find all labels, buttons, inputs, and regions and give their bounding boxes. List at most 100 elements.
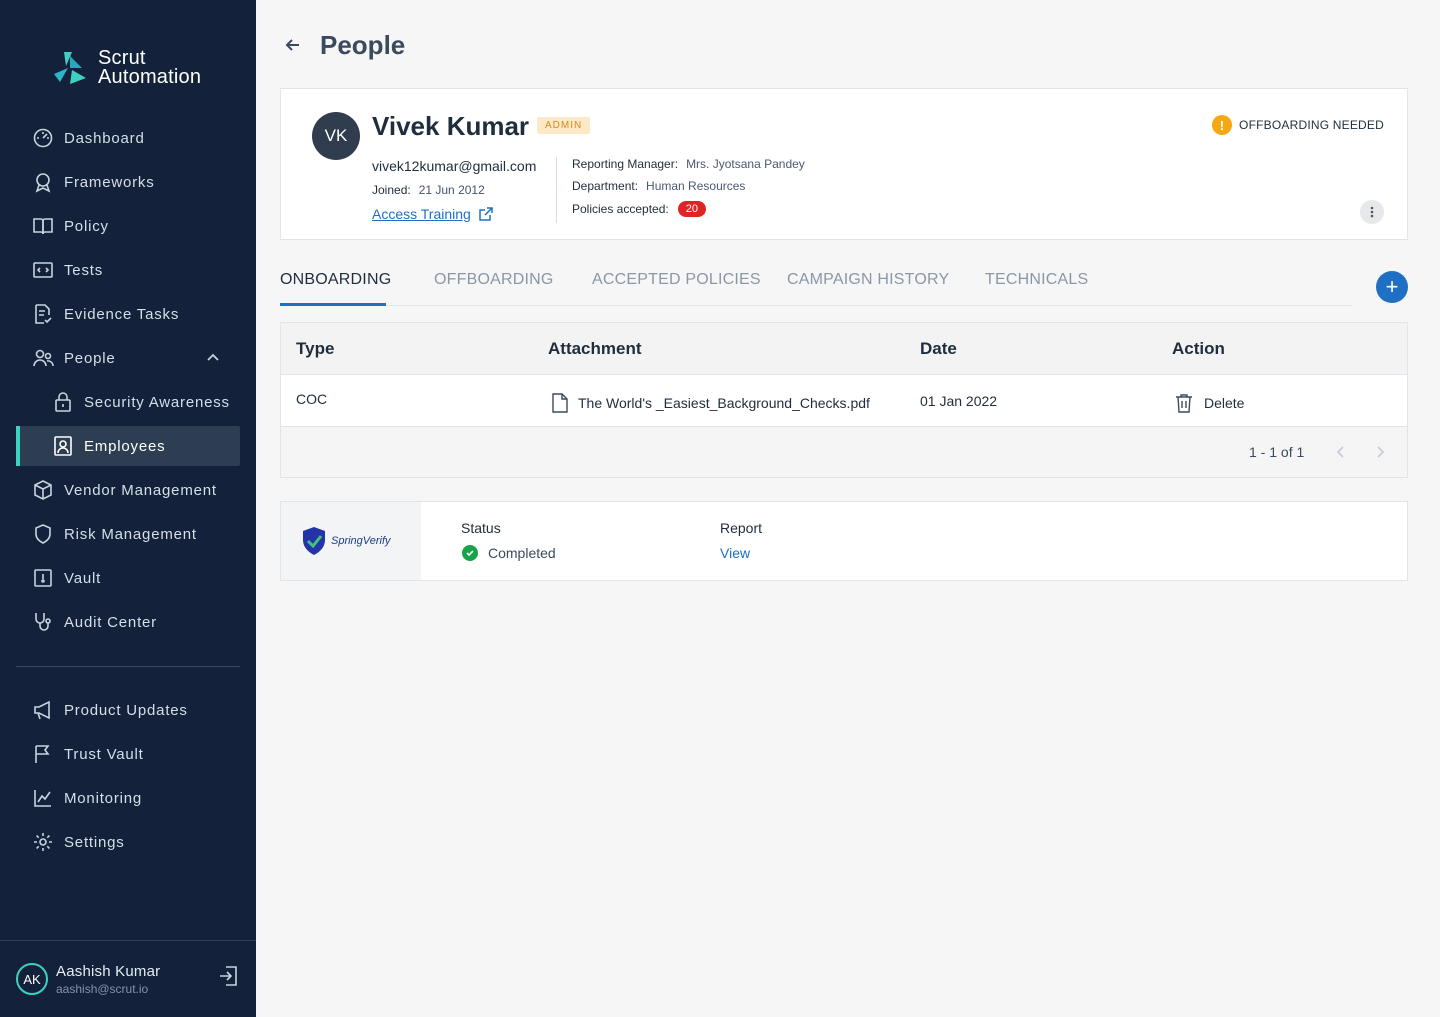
sidebar-item-label: Risk Management	[64, 525, 197, 543]
gear-icon	[32, 831, 54, 853]
cube-icon	[32, 479, 54, 501]
page-title: People	[320, 30, 406, 60]
user-email: aashish@scrut.io	[56, 981, 149, 996]
plus-icon: +	[1385, 274, 1399, 299]
avatar[interactable]: AK	[16, 963, 48, 995]
table-row: COC The World's _Easiest_Background_Chec…	[281, 375, 1407, 427]
delete-button[interactable]: Delete	[1174, 393, 1244, 413]
sidebar-item-people[interactable]: People	[16, 338, 240, 378]
sidebar-item-monitoring[interactable]: Monitoring	[16, 778, 240, 818]
main-nav: Dashboard Frameworks Policy Tests Eviden…	[16, 118, 240, 646]
springverify-logo-text: SpringVerify	[331, 535, 391, 547]
view-report-link[interactable]: View	[720, 545, 750, 561]
sidebar-item-vendor-management[interactable]: Vendor Management	[16, 470, 240, 510]
sidebar-item-label: Trust Vault	[64, 745, 144, 763]
sidebar-item-frameworks[interactable]: Frameworks	[16, 162, 240, 202]
status-value: Completed	[462, 545, 556, 561]
sidebar-item-settings[interactable]: Settings	[16, 822, 240, 862]
more-options-button[interactable]	[1360, 200, 1384, 224]
sidebar-item-dashboard[interactable]: Dashboard	[16, 118, 240, 158]
tab-onboarding[interactable]: ONBOARDING	[280, 271, 391, 289]
sidebar-item-risk-management[interactable]: Risk Management	[16, 514, 240, 554]
tab-technicals[interactable]: TECHNICALS	[985, 271, 1088, 289]
sidebar-item-vault[interactable]: Vault	[16, 558, 240, 598]
logout-icon[interactable]	[218, 965, 238, 987]
sidebar-item-policy[interactable]: Policy	[16, 206, 240, 246]
reporting-manager: Reporting Manager: Mrs. Jyotsana Pandey	[572, 157, 805, 171]
delete-label: Delete	[1204, 395, 1245, 411]
sidebar-item-label: Employees	[84, 437, 166, 455]
column-header-attachment[interactable]: Attachment	[548, 339, 642, 359]
pagination-range: 1 - 1 of 1	[1249, 444, 1305, 460]
add-button[interactable]: +	[1376, 271, 1408, 303]
user-name: Aashish Kumar	[56, 962, 161, 980]
status-text: Completed	[488, 545, 556, 561]
employee-email: vivek12kumar@gmail.com	[372, 158, 537, 174]
external-link-icon	[479, 207, 493, 221]
scrut-logo-icon	[54, 52, 86, 84]
policies-count-badge: 20	[677, 201, 706, 217]
joined-date: Joined: 21 Jun 2012	[372, 183, 485, 197]
sidebar-item-audit-center[interactable]: Audit Center	[16, 602, 240, 642]
brand-line-2: Automation	[98, 66, 202, 88]
sidebar-item-label: People	[64, 349, 116, 367]
attachment-filename: The World's _Easiest_Background_Checks.p…	[578, 395, 870, 411]
chevron-right-icon[interactable]	[1372, 444, 1388, 460]
book-icon	[32, 215, 54, 237]
column-header-type[interactable]: Type	[296, 339, 334, 359]
status-label: OFFBOARDING NEEDED	[1239, 118, 1384, 132]
tab-campaign-history[interactable]: CAMPAIGN HISTORY	[787, 271, 949, 289]
cell-attachment[interactable]: The World's _Easiest_Background_Checks.p…	[552, 393, 870, 413]
table-header: Type Attachment Date Action	[281, 323, 1407, 375]
avatar: VK	[312, 112, 360, 160]
joined-value: 21 Jun 2012	[418, 183, 485, 197]
file-icon	[552, 393, 568, 413]
sidebar-item-label: Vendor Management	[64, 481, 217, 499]
access-training-link[interactable]: Access Training	[372, 206, 493, 222]
sidebar-item-trust-vault[interactable]: Trust Vault	[16, 734, 240, 774]
joined-label: Joined:	[372, 183, 411, 197]
scrut-logo[interactable]: Scrut Automation	[50, 48, 201, 88]
column-header-action[interactable]: Action	[1172, 339, 1225, 359]
cell-date: 01 Jan 2022	[920, 393, 998, 409]
sidebar-item-product-updates[interactable]: Product Updates	[16, 690, 240, 730]
sidebar-item-label: Vault	[64, 569, 102, 587]
shield-icon	[32, 523, 54, 545]
lock-icon	[52, 391, 74, 413]
chevron-left-icon[interactable]	[1333, 444, 1349, 460]
background-check-card: SpringVerify Status Completed Report Vie…	[280, 501, 1408, 581]
department: Department: Human Resources	[572, 179, 745, 193]
sidebar-item-employees[interactable]: Employees	[16, 426, 240, 466]
sidebar-item-label: Tests	[64, 261, 104, 279]
award-icon	[32, 171, 54, 193]
stethoscope-icon	[32, 611, 54, 633]
sidebar-item-evidence-tasks[interactable]: Evidence Tasks	[16, 294, 240, 334]
sidebar-item-security-awareness[interactable]: Security Awareness	[16, 382, 240, 422]
sidebar-item-label: Audit Center	[64, 613, 157, 631]
user-profile: AK Aashish Kumar aashish@scrut.io	[0, 940, 256, 1017]
megaphone-icon	[32, 699, 54, 721]
onboarding-table: Type Attachment Date Action COC The Worl…	[280, 322, 1408, 478]
chart-icon	[32, 787, 54, 809]
sidebar-item-label: Evidence Tasks	[64, 305, 180, 323]
tab-offboarding[interactable]: OFFBOARDING	[434, 271, 554, 289]
column-header-date[interactable]: Date	[920, 339, 957, 359]
employee-name: Vivek Kumar	[372, 111, 530, 141]
springverify-logo: SpringVerify	[281, 502, 421, 580]
vertical-divider	[556, 157, 557, 223]
sidebar-item-label: Security Awareness	[84, 393, 230, 411]
sidebar-item-tests[interactable]: Tests	[16, 250, 240, 290]
kebab-icon	[1370, 206, 1374, 218]
code-icon	[32, 259, 54, 281]
status-label: Status	[461, 520, 501, 536]
back-arrow-icon[interactable]	[284, 36, 302, 54]
chevron-up-icon[interactable]	[206, 350, 220, 368]
vault-icon	[32, 567, 54, 589]
sidebar-divider	[16, 666, 240, 667]
department-label: Department:	[572, 179, 639, 193]
sidebar-item-label: Frameworks	[64, 173, 155, 191]
user-info: Aashish Kumar aashish@scrut.io	[56, 963, 160, 996]
sidebar-item-label: Dashboard	[64, 129, 145, 147]
policies-accepted: Policies accepted: 20	[572, 201, 706, 217]
tab-accepted-policies[interactable]: ACCEPTED POLICIES	[592, 271, 761, 289]
